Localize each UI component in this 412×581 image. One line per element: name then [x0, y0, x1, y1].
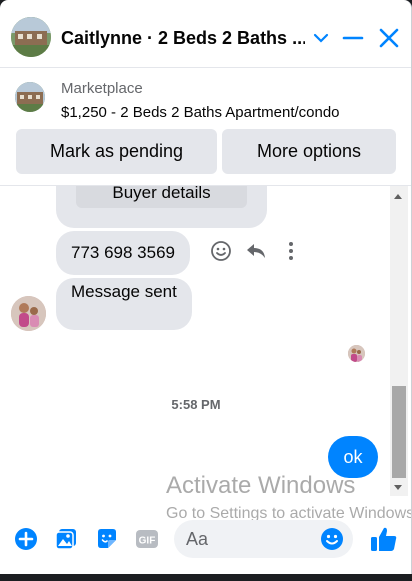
- svg-text:GIF: GIF: [139, 536, 156, 547]
- marketplace-context: Marketplace $1,250 - 2 Beds 2 Baths Apar…: [0, 68, 411, 186]
- thread-scrollbar[interactable]: [390, 186, 408, 496]
- listing-title[interactable]: $1,250 - 2 Beds 2 Baths Apartment/condo: [61, 104, 340, 121]
- seen-indicator-avatar: [348, 345, 365, 362]
- buyer-details-button[interactable]: Buyer details: [76, 186, 247, 208]
- contact-avatar[interactable]: [11, 296, 46, 331]
- chat-header: Caitlynne · 2 Beds 2 Baths ...: [0, 0, 411, 68]
- message-text: Message sent: [71, 282, 177, 301]
- sticker-icon[interactable]: [94, 526, 120, 552]
- message-timestamp: 5:58 PM: [171, 397, 221, 412]
- message-bubble-phone[interactable]: 773 698 3569: [56, 231, 190, 275]
- photo-icon[interactable]: [53, 526, 79, 552]
- more-actions-icon[interactable]: [279, 239, 303, 263]
- chevron-down-icon[interactable]: [310, 27, 332, 49]
- emoji-icon[interactable]: [320, 527, 344, 551]
- chat-title[interactable]: Caitlynne · 2 Beds 2 Baths ...: [61, 27, 305, 49]
- marketplace-label: Marketplace: [61, 80, 143, 97]
- close-icon[interactable]: [376, 25, 402, 51]
- more-options-button[interactable]: More options: [222, 129, 396, 174]
- message-bubble-sent[interactable]: Message sent: [56, 278, 192, 330]
- like-icon[interactable]: [369, 524, 399, 554]
- activate-windows-title: Activate Windows: [166, 472, 356, 499]
- taskbar-edge: [0, 574, 412, 581]
- listing-avatar[interactable]: [11, 17, 51, 57]
- buyer-details-card: Buyer details: [56, 186, 267, 228]
- minimize-icon[interactable]: [341, 27, 365, 49]
- scroll-up-arrow[interactable]: [394, 194, 402, 199]
- chat-window: Caitlynne · 2 Beds 2 Baths ... Marketpla…: [0, 0, 412, 574]
- scroll-down-arrow[interactable]: [394, 485, 402, 490]
- message-composer: GIF: [0, 514, 411, 564]
- react-smile-icon[interactable]: [209, 239, 233, 263]
- plus-icon[interactable]: [13, 526, 39, 552]
- listing-thumbnail[interactable]: [15, 82, 45, 112]
- gif-icon[interactable]: GIF: [134, 526, 160, 552]
- message-thread[interactable]: Buyer details 773 698 3569 Message sent …: [0, 186, 411, 504]
- scroll-thumb[interactable]: [392, 386, 406, 478]
- mark-as-pending-button[interactable]: Mark as pending: [16, 129, 217, 174]
- reply-icon[interactable]: [244, 239, 268, 263]
